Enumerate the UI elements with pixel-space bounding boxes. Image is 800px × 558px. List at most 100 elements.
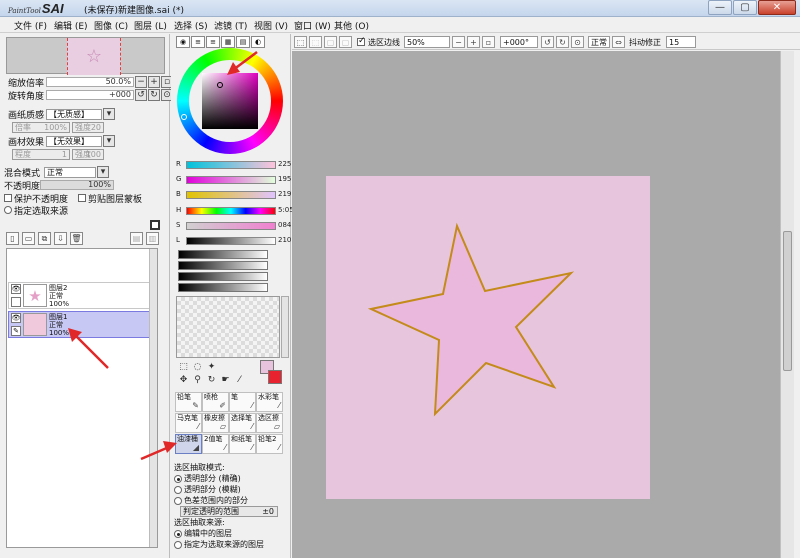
zoom-in-button[interactable]: + [148, 76, 160, 88]
delete-layer-icon[interactable]: 🗑 [70, 232, 83, 245]
canvas-workspace[interactable] [292, 51, 780, 558]
texture-dropdown-icon[interactable]: ▾ [103, 108, 115, 120]
layer-brush-icon[interactable]: ✎ [11, 326, 21, 336]
flip-icon[interactable]: ⇔ [612, 36, 625, 48]
invert-selection-icon[interactable]: ⬚ [309, 36, 322, 48]
tool-watercolor[interactable]: 水彩笔 ⁄ [256, 392, 283, 412]
source-radio-2[interactable] [174, 540, 182, 549]
opacity-slider[interactable]: 100% [40, 180, 114, 190]
tool-marker[interactable]: 马克笔 ⁄ [175, 413, 202, 433]
secondary-color-swatch[interactable] [268, 370, 282, 384]
view-mode-select[interactable]: 正常 [588, 36, 610, 48]
tool-binary-pen[interactable]: 2值笔 ⁄ [202, 434, 229, 454]
maximize-button[interactable]: ▢ [733, 0, 757, 15]
tool-pencil[interactable]: 铅笔 ✎ [175, 392, 202, 412]
stabilizer-select[interactable]: 15 [666, 36, 696, 48]
rotate-left-button[interactable]: ↺ [135, 89, 147, 101]
lasso-icon[interactable]: ◌ [192, 361, 203, 372]
s-slider[interactable]: S 084 [176, 221, 291, 232]
copy-layer-icon[interactable]: ⧉ [38, 232, 51, 245]
layer-option-icon[interactable]: ▤ [130, 232, 143, 245]
clip-layer-checkbox[interactable] [78, 194, 87, 202]
select-source-radio[interactable] [4, 206, 12, 214]
layer-item-2[interactable]: 👁 ★ 图层2 正常 100% [8, 282, 157, 309]
menu-view[interactable]: 视图 (V) [254, 19, 288, 32]
tool-eraser[interactable]: 橡皮擦 ▱ [202, 413, 229, 433]
move-icon[interactable]: ✥ [178, 374, 189, 385]
rotate-view-icon[interactable]: ↻ [206, 374, 217, 385]
texture-select[interactable]: 【无质感】 [46, 108, 102, 120]
hue-picker-cursor[interactable] [181, 114, 187, 120]
swatch-tab-icon[interactable]: ▦ [221, 36, 235, 48]
scratch-pad-scrollbar[interactable] [281, 296, 289, 358]
menu-image[interactable]: 图像 (C) [94, 19, 128, 32]
menu-other[interactable]: 其他 (O) [334, 19, 369, 32]
mode-radio-1[interactable] [174, 474, 182, 483]
protect-opacity-checkbox[interactable] [4, 194, 12, 202]
menu-edit[interactable]: 编辑 (E) [54, 19, 88, 32]
tool-airbrush[interactable]: 喷枪 ✐ [202, 392, 229, 412]
rotate-cw-icon[interactable]: ↻ [556, 36, 569, 48]
blend-select[interactable]: 正常 [44, 166, 96, 178]
tool-washi-pen[interactable]: 和纸笔 ⁄ [229, 434, 256, 454]
hand-icon[interactable]: ☛ [220, 374, 231, 385]
effect-dropdown-icon[interactable]: ▾ [103, 135, 115, 147]
minimize-button[interactable]: — [708, 0, 732, 15]
close-button[interactable]: ✕ [758, 0, 796, 15]
layer-panel-toggle-icon[interactable] [150, 220, 160, 230]
layer-lock-icon[interactable] [11, 297, 21, 307]
r-slider[interactable]: R 225 [176, 160, 291, 171]
layer-option2-icon[interactable]: ▥ [146, 232, 159, 245]
rotate-reset-icon[interactable]: ⊙ [571, 36, 584, 48]
new-folder-icon[interactable]: ▭ [22, 232, 35, 245]
deselect-icon[interactable]: ⬚ [294, 36, 307, 48]
rotate-ccw-icon[interactable]: ↺ [541, 36, 554, 48]
canvas-scroll-thumb[interactable] [783, 231, 792, 371]
h-slider[interactable]: H 5:052 [176, 206, 298, 217]
menu-select[interactable]: 选择 (S) [174, 19, 208, 32]
layer-visibility-icon[interactable]: 👁 [11, 284, 21, 294]
eyedropper-icon[interactable]: ⁄ [234, 374, 245, 385]
b-slider[interactable]: B 219 [176, 190, 291, 201]
zoom-out-button[interactable]: − [135, 76, 147, 88]
magic-wand-icon[interactable]: ✦ [206, 361, 217, 372]
gray-swatch-bar[interactable] [178, 250, 268, 259]
zoom-reset-icon[interactable]: ▫ [482, 36, 495, 48]
color-wheel-tab-icon[interactable]: ◉ [176, 36, 190, 48]
layer-visibility-icon[interactable]: 👁 [11, 313, 21, 323]
saturation-value-square[interactable] [202, 73, 258, 129]
navigator-preview[interactable]: ☆ [6, 37, 165, 75]
clear-icon[interactable]: ▢ [324, 36, 337, 48]
menu-layer[interactable]: 图层 (L) [134, 19, 167, 32]
mode-radio-3[interactable] [174, 496, 182, 505]
r-bar[interactable] [186, 161, 276, 169]
effect-select[interactable]: 【无效果】 [46, 135, 102, 147]
mode-radio-2[interactable] [174, 485, 182, 494]
gray-swatch-bar[interactable] [178, 272, 268, 281]
source-option-1[interactable]: 编辑中的图层 [174, 528, 289, 539]
gray-swatch-bar[interactable] [178, 283, 268, 292]
s-bar[interactable] [186, 222, 276, 230]
fill-icon[interactable]: ▢ [339, 36, 352, 48]
gray-swatch-bar[interactable] [178, 261, 268, 270]
canvas-vertical-scrollbar[interactable] [780, 51, 794, 558]
zoom-slider[interactable]: 50.0% [46, 77, 134, 87]
rect-select-icon[interactable]: ⬚ [178, 361, 189, 372]
mode-option-3[interactable]: 色差范围内的部分 [174, 495, 289, 506]
blend-dropdown-icon[interactable]: ▾ [97, 166, 109, 178]
palette-tab-icon[interactable]: ▤ [236, 36, 250, 48]
rgb-slider-tab-icon[interactable]: ≡ [191, 36, 205, 48]
zoom-select[interactable]: 50% [404, 36, 450, 48]
menu-file[interactable]: 文件 (F) [14, 19, 47, 32]
tool-brush[interactable]: 笔 ⁄ [229, 392, 256, 412]
scratchpad-tab-icon[interactable]: ◐ [251, 36, 265, 48]
menu-window[interactable]: 窗口 (W) [294, 19, 331, 32]
mode-option-2[interactable]: 透明部分 (模糊) [174, 484, 289, 495]
l-slider[interactable]: L 210 [176, 236, 291, 247]
tool-select-pen[interactable]: 选择笔 ⁄ [229, 413, 256, 433]
source-radio-1[interactable] [174, 529, 182, 538]
tool-select-eraser[interactable]: 选区擦 ▱ [256, 413, 283, 433]
hsv-slider-tab-icon[interactable]: ≡ [206, 36, 220, 48]
layer-list-scrollbar[interactable] [149, 249, 157, 547]
merge-layer-icon[interactable]: ⇩ [54, 232, 67, 245]
